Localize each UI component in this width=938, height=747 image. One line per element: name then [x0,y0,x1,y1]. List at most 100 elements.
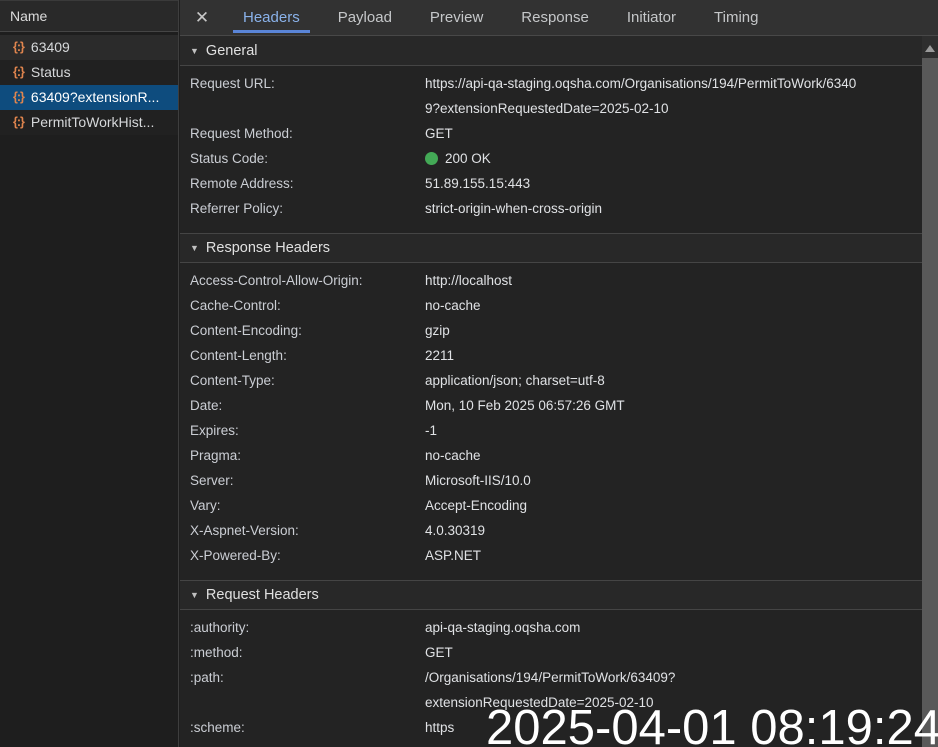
header-value: no-cache [425,443,938,468]
header-value: http://localhost [425,268,938,293]
json-file-icon: {:} [13,60,24,85]
request-list-sidebar: Name {:} 63409 {:} Status {:} 63409?exte… [0,0,179,747]
header-row: :scheme: https [180,715,938,740]
section-body-general: Request URL: https://api-qa-staging.oqsh… [180,66,938,226]
header-value: strict-origin-when-cross-origin [425,196,938,221]
header-value: https [425,715,938,740]
header-value: 51.89.155.15:443 [425,171,938,196]
header-row: Vary: Accept-Encoding [180,493,938,518]
header-row: :authority: api-qa-staging.oqsha.com [180,615,938,640]
section-title: Request Headers [206,587,319,603]
devtools-network-panel: Name {:} 63409 {:} Status {:} 63409?exte… [0,0,938,747]
header-name: Expires: [180,418,425,443]
tab-timing[interactable]: Timing [702,0,770,35]
header-name: Pragma: [180,443,425,468]
header-name: Content-Length: [180,343,425,368]
collapse-triangle-icon: ▼ [190,590,199,600]
request-item-permittoworkhist[interactable]: {:} PermitToWorkHist... [0,110,178,135]
header-value: GET [425,640,938,665]
header-row: :path: /Organisations/194/PermitToWork/6… [180,665,938,715]
status-code-text: 200 OK [445,151,491,166]
request-item-label: Status [31,60,71,85]
header-name: :method: [180,640,425,665]
header-name: Content-Encoding: [180,318,425,343]
section-title: General [206,43,258,59]
header-value: /Organisations/194/PermitToWork/63409? e… [425,665,938,715]
header-value: 2211 [425,343,938,368]
header-value: gzip [425,318,938,343]
header-name: X-Powered-By: [180,543,425,568]
header-value: Accept-Encoding [425,493,938,518]
tab-initiator[interactable]: Initiator [615,0,688,35]
collapse-triangle-icon: ▼ [190,243,199,253]
request-item-63409-extension[interactable]: {:} 63409?extensionR... [0,85,178,110]
header-row: Request Method: GET [180,121,938,146]
header-value: Mon, 10 Feb 2025 06:57:26 GMT [425,393,938,418]
header-row: Pragma: no-cache [180,443,938,468]
request-list: {:} 63409 {:} Status {:} 63409?extension… [0,32,178,135]
header-value: 200 OK [425,146,938,171]
detail-tabbar: ✕ Headers Payload Preview Response Initi… [180,0,938,36]
header-name: Request Method: [180,121,425,146]
name-column-header[interactable]: Name [0,0,178,32]
header-name: X-Aspnet-Version: [180,518,425,543]
section-header-general[interactable]: ▼ General [180,36,938,66]
request-detail-panel: ✕ Headers Payload Preview Response Initi… [180,0,938,747]
close-icon[interactable]: ✕ [180,0,224,35]
header-row: Access-Control-Allow-Origin: http://loca… [180,268,938,293]
header-name: Access-Control-Allow-Origin: [180,268,425,293]
header-name: Cache-Control: [180,293,425,318]
header-value: application/json; charset=utf-8 [425,368,938,393]
header-row: Content-Encoding: gzip [180,318,938,343]
scrollbar-up-arrow-icon[interactable] [925,45,935,52]
json-file-icon: {:} [13,110,24,135]
header-name: Remote Address: [180,171,425,196]
header-value: Microsoft-IIS/10.0 [425,468,938,493]
scrollbar-thumb[interactable] [922,58,938,747]
header-row: Remote Address: 51.89.155.15:443 [180,171,938,196]
request-item-status[interactable]: {:} Status [0,60,178,85]
header-row: Request URL: https://api-qa-staging.oqsh… [180,71,938,121]
section-body-request-headers: :authority: api-qa-staging.oqsha.com :me… [180,610,938,745]
tab-payload[interactable]: Payload [326,0,404,35]
header-value: GET [425,121,938,146]
vertical-scrollbar[interactable] [922,36,938,747]
header-row: :method: GET [180,640,938,665]
header-value: -1 [425,418,938,443]
section-body-response-headers: Access-Control-Allow-Origin: http://loca… [180,263,938,573]
section-title: Response Headers [206,240,330,256]
header-row: Referrer Policy: strict-origin-when-cros… [180,196,938,221]
header-value: no-cache [425,293,938,318]
header-name: :path: [180,665,425,715]
header-name: Status Code: [180,146,425,171]
header-row: Expires: -1 [180,418,938,443]
request-item-label: 63409 [31,35,70,60]
section-header-response-headers[interactable]: ▼ Response Headers [180,233,938,263]
header-value: api-qa-staging.oqsha.com [425,615,938,640]
header-name: Content-Type: [180,368,425,393]
header-row: X-Aspnet-Version: 4.0.30319 [180,518,938,543]
section-header-request-headers[interactable]: ▼ Request Headers [180,580,938,610]
tab-preview[interactable]: Preview [418,0,495,35]
header-row: Cache-Control: no-cache [180,293,938,318]
json-file-icon: {:} [13,85,24,110]
header-row: X-Powered-By: ASP.NET [180,543,938,568]
header-name: Date: [180,393,425,418]
header-name: :scheme: [180,715,425,740]
tab-headers[interactable]: Headers [231,0,312,35]
json-file-icon: {:} [13,35,24,60]
tab-response[interactable]: Response [509,0,601,35]
header-value: ASP.NET [425,543,938,568]
header-name: Request URL: [180,71,425,121]
request-item-63409[interactable]: {:} 63409 [0,35,178,60]
header-row: Content-Type: application/json; charset=… [180,368,938,393]
header-value: 4.0.30319 [425,518,938,543]
header-name: Referrer Policy: [180,196,425,221]
request-item-label: 63409?extensionR... [31,85,159,110]
header-name: :authority: [180,615,425,640]
header-row-status-code: Status Code: 200 OK [180,146,938,171]
header-name: Vary: [180,493,425,518]
header-row: Date: Mon, 10 Feb 2025 06:57:26 GMT [180,393,938,418]
request-item-label: PermitToWorkHist... [31,110,154,135]
collapse-triangle-icon: ▼ [190,46,199,56]
